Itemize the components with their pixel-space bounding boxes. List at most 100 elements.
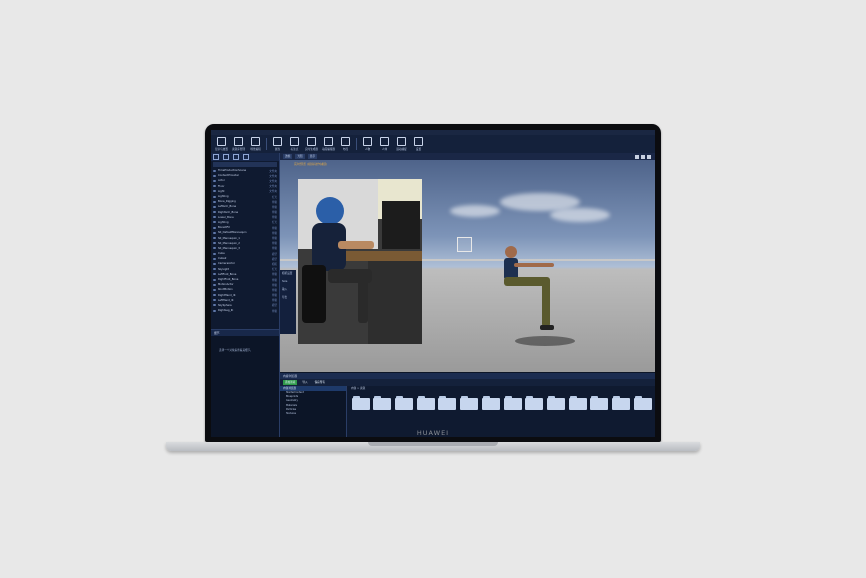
tool-label: 资源库管理 [232,148,245,151]
visibility-icon[interactable] [213,242,216,245]
toolbar-button[interactable]: 显示与放置 [215,136,228,152]
visibility-icon[interactable] [213,299,216,302]
visibility-icon[interactable] [213,252,216,255]
viewport-tab[interactable]: 显示 [307,154,318,159]
toolbar-button[interactable]: 场景编辑 [249,136,262,152]
visibility-icon[interactable] [213,262,216,265]
tree-item-name: Actor [218,179,225,183]
visibility-icon[interactable] [213,205,216,208]
tree-item-name: TimeProductionScene [218,169,247,173]
tree-item-type: 文件夹 [269,185,277,189]
visibility-icon[interactable] [213,185,216,188]
toolbar-button[interactable]: 设置 [412,136,425,152]
toolbar-button[interactable]: 人体 [378,136,391,152]
folder-body [590,398,609,410]
scene-outliner-panel: TimeProductionScene 文件夹 ContentProvider 文件夹… [211,153,280,437]
3d-viewport[interactable]: 透视 光照 显示 实时预览 (模拟动作捕捉) 相机设置 Size 输入 导出 [280,153,655,372]
toolbar-button[interactable]: 布局 [339,136,352,152]
side-menu-item[interactable]: 输入 [280,286,296,294]
toolbar-button[interactable]: 属性 [271,136,284,152]
viewport-tab[interactable]: 光照 [295,154,305,159]
visibility-icon[interactable] [213,273,216,276]
folder-icon[interactable] [395,396,414,410]
visibility-icon[interactable] [213,221,216,224]
folder-icon[interactable] [481,396,500,410]
visibility-icon[interactable] [213,200,216,203]
side-menu-item[interactable]: 导出 [280,294,296,302]
folder-icon[interactable] [373,396,392,410]
visibility-icon[interactable] [213,309,216,312]
add-new-button[interactable]: 添加新项 [283,380,298,385]
app-window: 文件编辑帮助 显示与放置资源库管理场景编辑属性标注点实时生成器动画编辑器布局人物… [211,130,655,437]
tool-label: 动画编辑器 [322,148,335,151]
content-browser-panel: 内容浏览器 添加新项 导入 保存所有 内容浏览器 StarterContent Blu… [280,373,655,437]
mannequin-figure[interactable] [490,243,580,348]
folder-icon[interactable] [438,396,457,410]
folder-icon[interactable] [633,396,652,410]
folder-icon[interactable] [611,396,630,410]
viewport-tab[interactable]: 透视 [283,154,293,159]
visibility-icon[interactable] [213,169,216,172]
visibility-icon[interactable] [213,211,216,214]
folder-icon[interactable] [460,396,479,410]
folder-icon[interactable] [351,396,370,410]
tree-item[interactable]: RightLeg_IK 骨骼 [211,308,279,313]
filter-icon[interactable] [213,154,219,160]
visibility-icon[interactable] [213,294,216,297]
toolbar-button[interactable]: 人物 [361,136,374,152]
folder-icon[interactable] [416,396,435,410]
folder-tree-item[interactable]: Textures [280,412,346,416]
settings-icon[interactable] [243,154,249,160]
toolbar-button[interactable]: 标注点 [288,136,301,152]
toolbar-button[interactable]: 导入 [300,380,309,385]
grid-icon[interactable] [641,155,645,159]
tool-icon [341,137,350,146]
folder-icon[interactable] [525,396,544,410]
tree-item-name: RightLeg_IK [218,309,234,313]
search-icon[interactable] [233,154,239,160]
toolbar-button[interactable]: 保存所有 [313,380,327,385]
visibility-icon[interactable] [213,226,216,229]
visibility-icon[interactable] [213,179,216,182]
visibility-icon[interactable] [213,257,216,260]
visibility-icon[interactable] [213,283,216,286]
folder-icon[interactable] [568,396,587,410]
outliner-search-input[interactable] [213,162,277,167]
visibility-icon[interactable] [213,288,216,291]
toolbar-button[interactable]: 动画编辑器 [322,136,335,152]
visibility-icon[interactable] [213,231,216,234]
visibility-icon[interactable] [213,195,216,198]
add-icon[interactable] [223,154,229,160]
toolbar-button[interactable]: 运动捕捉 [395,136,408,152]
visibility-icon[interactable] [213,304,216,307]
visibility-icon[interactable] [213,247,216,250]
tool-label: 场景编辑 [250,148,261,151]
toolbar-button[interactable]: 资源库管理 [232,136,245,152]
tree-item-name: CameraActor [218,262,236,266]
toolbar-separator [266,138,267,150]
visibility-icon[interactable] [213,268,216,271]
tree-item-name: SK_DefaultMannequin [218,231,247,235]
main-toolbar: 显示与放置 资源库管理 场景编辑 属性 标注点 实时生成器 动画编辑器 布局 人物 人体 运动捕捉 设… [211,135,655,154]
folder-body [481,398,500,410]
breadcrumb[interactable]: 内容 > 资源 [348,386,655,391]
visibility-icon[interactable] [213,237,216,240]
side-menu-item[interactable]: Size [280,278,296,286]
viewport-controls [633,155,651,159]
scene-cube[interactable] [457,237,472,252]
visibility-icon[interactable] [213,216,216,219]
maximize-icon[interactable] [635,155,639,159]
details-empty-text: 选择一个对象来查看其细节。 [219,349,253,352]
folder-icon[interactable] [546,396,565,410]
tree-item-type: 骨骼 [271,247,277,251]
tree-item-name: Cube2 [218,257,227,261]
folder-icon[interactable] [503,396,522,410]
visibility-icon[interactable] [213,190,216,193]
toolbar-button[interactable]: 实时生成器 [305,136,318,152]
camera-icon[interactable] [647,155,651,159]
side-menu-item[interactable]: 相机设置 [280,270,296,278]
visibility-icon[interactable] [213,278,216,281]
tree-item-type: 骨骼 [271,294,277,298]
folder-icon[interactable] [590,396,609,410]
visibility-icon[interactable] [213,174,216,177]
